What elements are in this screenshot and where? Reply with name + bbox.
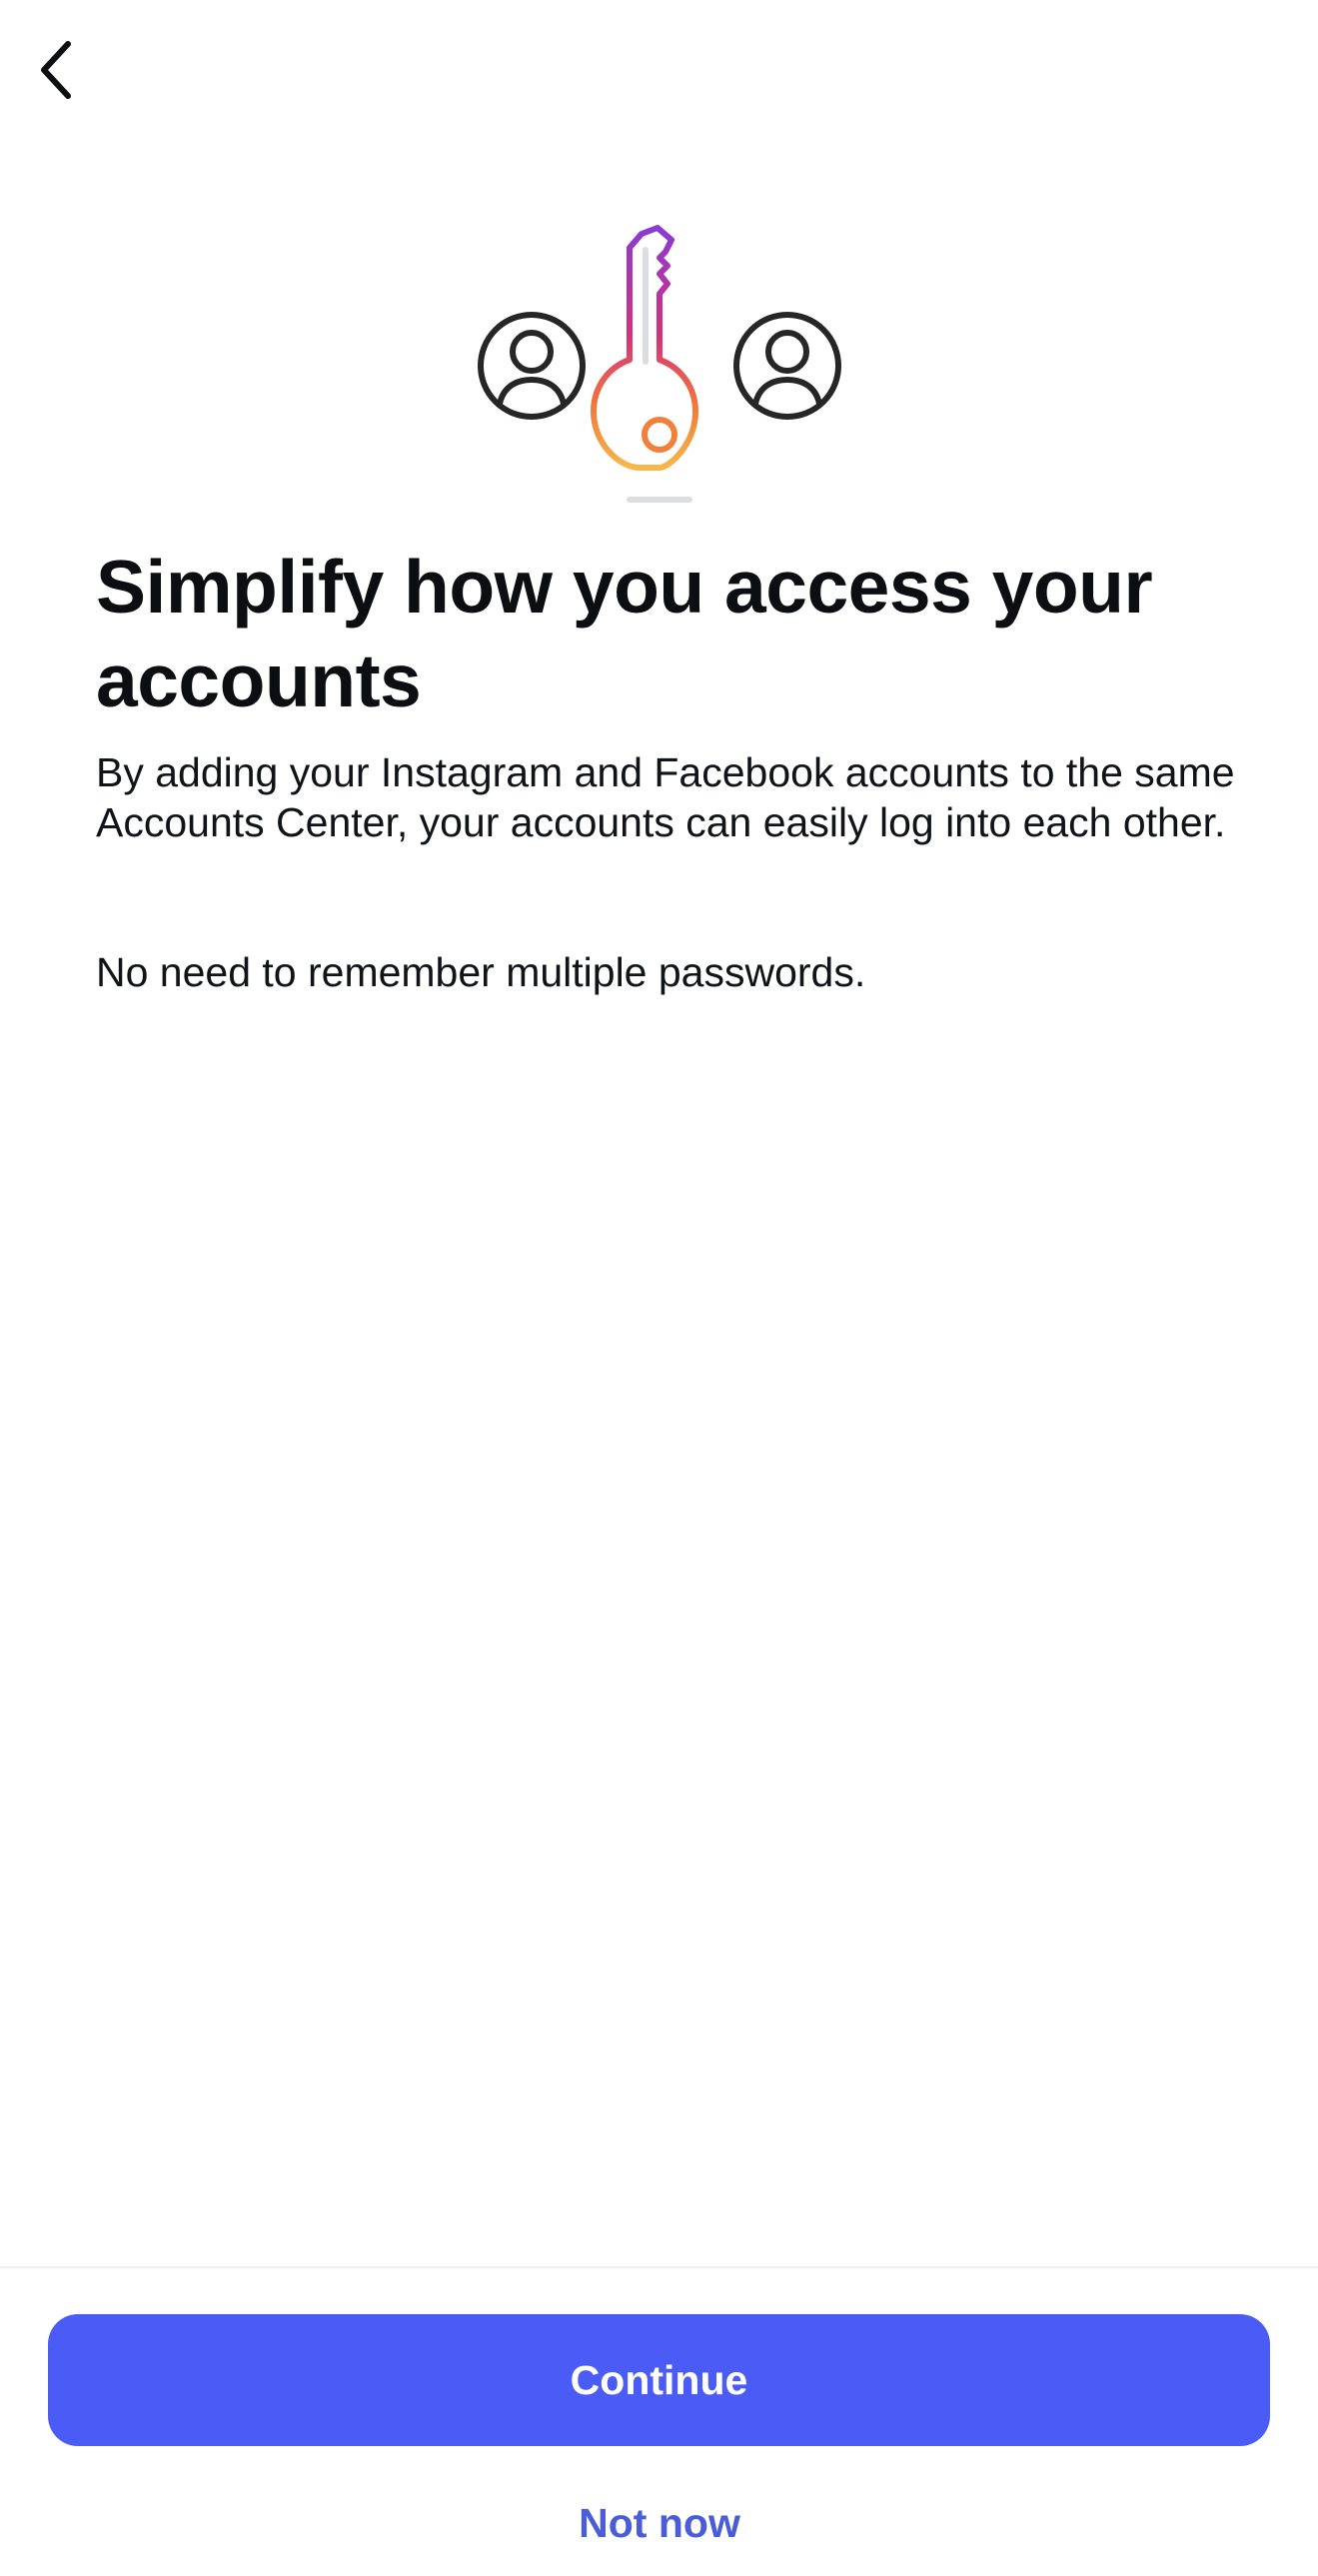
accounts-key-illustration — [470, 222, 849, 512]
key-icon — [591, 225, 698, 503]
continue-button[interactable]: Continue — [48, 2314, 1270, 2446]
description-text: By adding your Instagram and Facebook ac… — [96, 749, 1235, 845]
passwords-note-text: No need to remember multiple passwords. — [96, 949, 866, 995]
user-circle-icon — [733, 312, 841, 420]
user-circle-icon — [478, 312, 586, 420]
footer-divider — [0, 2266, 1318, 2268]
page-title: Simplify how you access your accounts — [96, 545, 1153, 722]
not-now-button[interactable]: Not now — [460, 2488, 859, 2558]
chevron-left-icon — [36, 38, 76, 107]
back-button[interactable] — [28, 32, 84, 112]
